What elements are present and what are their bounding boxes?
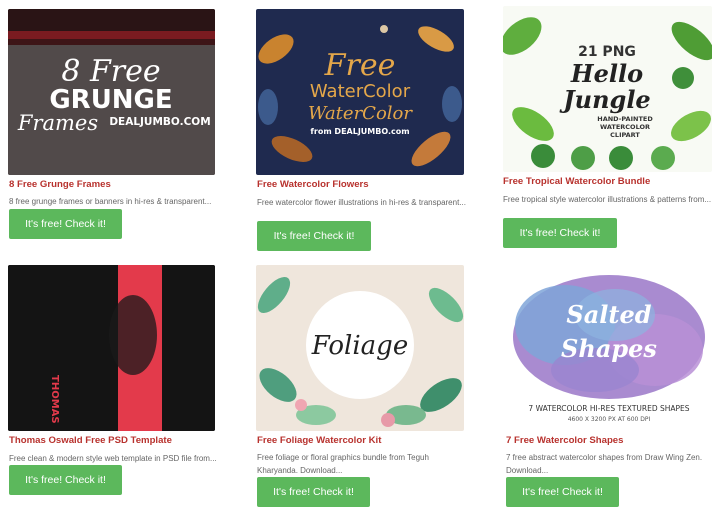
svg-text:WaterColor: WaterColor [308,103,413,124]
card-description: 7 free abstract watercolor shapes from D… [506,453,703,475]
card-title[interactable]: Free Tropical Watercolor Bundle [503,176,650,187]
watercolor-shapes-thumbnail[interactable]: Salted Shapes 7 WATERCOLOR HI-RES TEXTUR… [505,265,712,431]
thomas-oswald-thumbnail[interactable]: THOMAS [8,265,215,431]
card-title[interactable]: Thomas Oswald Free PSD Template [9,435,172,446]
svg-text:DEALJUMBO.COM: DEALJUMBO.COM [109,116,210,128]
watercolor-flowers-image: Free WaterColor WaterColor from DEALJUMB… [258,25,462,167]
svg-text:WaterColor: WaterColor [310,81,411,102]
svg-text:CLIPART: CLIPART [610,131,640,139]
grunge-frames-thumbnail[interactable]: 8 Free GRUNGE Frames DEALJUMBO.COM [8,9,215,175]
svg-text:Salted: Salted [566,300,651,329]
watercolor-shapes-image: Salted Shapes 7 WATERCOLOR HI-RES TEXTUR… [513,275,705,423]
card-description: Free watercolor flower illustrations in … [257,198,466,207]
check-it-button[interactable]: It's free! Check it! [9,465,122,495]
watercolor-flowers-thumbnail[interactable]: Free WaterColor WaterColor from DEALJUMB… [256,9,464,175]
thomas-oswald-image: THOMAS [8,265,215,431]
svg-text:7 WATERCOLOR HI-RES TEXTURED S: 7 WATERCOLOR HI-RES TEXTURED SHAPES [528,404,689,413]
svg-text:HAND-PAINTED: HAND-PAINTED [597,115,653,123]
svg-text:Foliage: Foliage [311,331,408,361]
svg-text:Free: Free [324,48,396,83]
svg-text:Frames: Frames [17,111,98,135]
tropical-bundle-thumbnail[interactable]: 21 PNG Hello Jungle HAND-PAINTED WATERCO… [503,6,712,172]
check-it-button[interactable]: It's free! Check it! [506,477,619,507]
card-title[interactable]: Free Watercolor Flowers [257,179,369,190]
svg-text:Shapes: Shapes [561,334,657,363]
foliage-kit-thumbnail[interactable]: Foliage [256,265,464,431]
check-it-button[interactable]: It's free! Check it! [257,477,370,507]
svg-text:4600 X 3200 PX AT 600 DPI: 4600 X 3200 PX AT 600 DPI [568,416,651,423]
card-description: Free clean & modern style web template i… [9,454,217,463]
card-description: 8 free grunge frames or banners in hi-re… [9,197,212,206]
svg-text:Jungle: Jungle [559,85,650,114]
card-title[interactable]: Free Foliage Watercolor Kit [257,435,381,446]
svg-text:Hello: Hello [570,59,643,88]
svg-text:THOMAS: THOMAS [49,375,60,424]
check-it-button[interactable]: It's free! Check it! [503,218,617,248]
svg-text:from DEALJUMBO.com: from DEALJUMBO.com [310,127,409,136]
check-it-button[interactable]: It's free! Check it! [9,209,122,239]
check-it-button[interactable]: It's free! Check it! [257,221,371,251]
card-description: Free tropical style watercolor illustrat… [503,195,712,204]
svg-text:WATERCOLOR: WATERCOLOR [600,123,650,131]
card-title[interactable]: 8 Free Grunge Frames [9,179,111,190]
svg-text:21 PNG: 21 PNG [578,44,636,60]
grunge-frames-image: 8 Free GRUNGE Frames DEALJUMBO.COM [8,9,215,175]
card-description: Free foliage or floral graphics bundle f… [257,453,429,475]
card-title[interactable]: 7 Free Watercolor Shapes [506,435,623,446]
foliage-kit-image: Foliage [257,276,464,427]
tropical-bundle-image: 21 PNG Hello Jungle HAND-PAINTED WATERCO… [503,17,712,170]
svg-text:8 Free: 8 Free [61,54,160,89]
